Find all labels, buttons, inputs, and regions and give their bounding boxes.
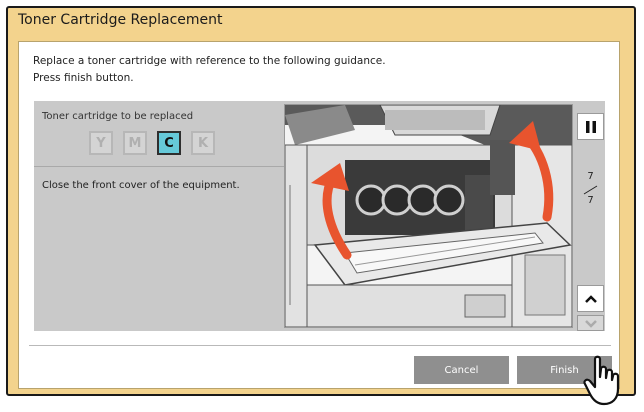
page-indicator: 7 7: [576, 163, 605, 209]
instructions: Replace a toner cartridge with reference…: [33, 53, 386, 87]
hand-pointer-icon: [583, 355, 620, 406]
instruction-line-1: Replace a toner cartridge with reference…: [33, 55, 386, 67]
cancel-button[interactable]: Cancel: [414, 356, 509, 384]
page-current: 7: [587, 171, 594, 182]
content-panel: Replace a toner cartridge with reference…: [18, 41, 620, 389]
step-instruction: Close the front cover of the equipment.: [42, 180, 240, 191]
guidance-area: Toner cartridge to be replaced Y M C K C…: [34, 101, 605, 331]
toner-replacement-dialog: Toner Cartridge Replacement Replace a to…: [6, 6, 636, 396]
pause-button[interactable]: [577, 113, 604, 140]
cartridge-c: C: [157, 131, 181, 155]
instruction-line-2: Press finish button.: [33, 72, 134, 84]
scroll-down-button[interactable]: [577, 315, 604, 331]
scroll-up-button[interactable]: [577, 285, 604, 312]
guidance-left-pane: Toner cartridge to be replaced Y M C K C…: [34, 101, 284, 331]
side-controls: 7 7: [576, 101, 605, 331]
page-total: 7: [587, 195, 594, 206]
cartridge-row: Y M C K: [89, 131, 215, 155]
cartridge-m: M: [123, 131, 147, 155]
pause-icon: [585, 120, 596, 133]
printer-illustration: [285, 105, 572, 327]
cartridge-k: K: [191, 131, 215, 155]
chevron-up-icon: [584, 294, 597, 303]
dialog-title: Toner Cartridge Replacement: [18, 12, 223, 28]
toner-label: Toner cartridge to be replaced: [42, 111, 194, 122]
divider: [34, 166, 284, 167]
chevron-down-icon: [584, 320, 597, 328]
guidance-image: [284, 104, 573, 328]
cartridge-y: Y: [89, 131, 113, 155]
footer-divider: [29, 345, 611, 346]
